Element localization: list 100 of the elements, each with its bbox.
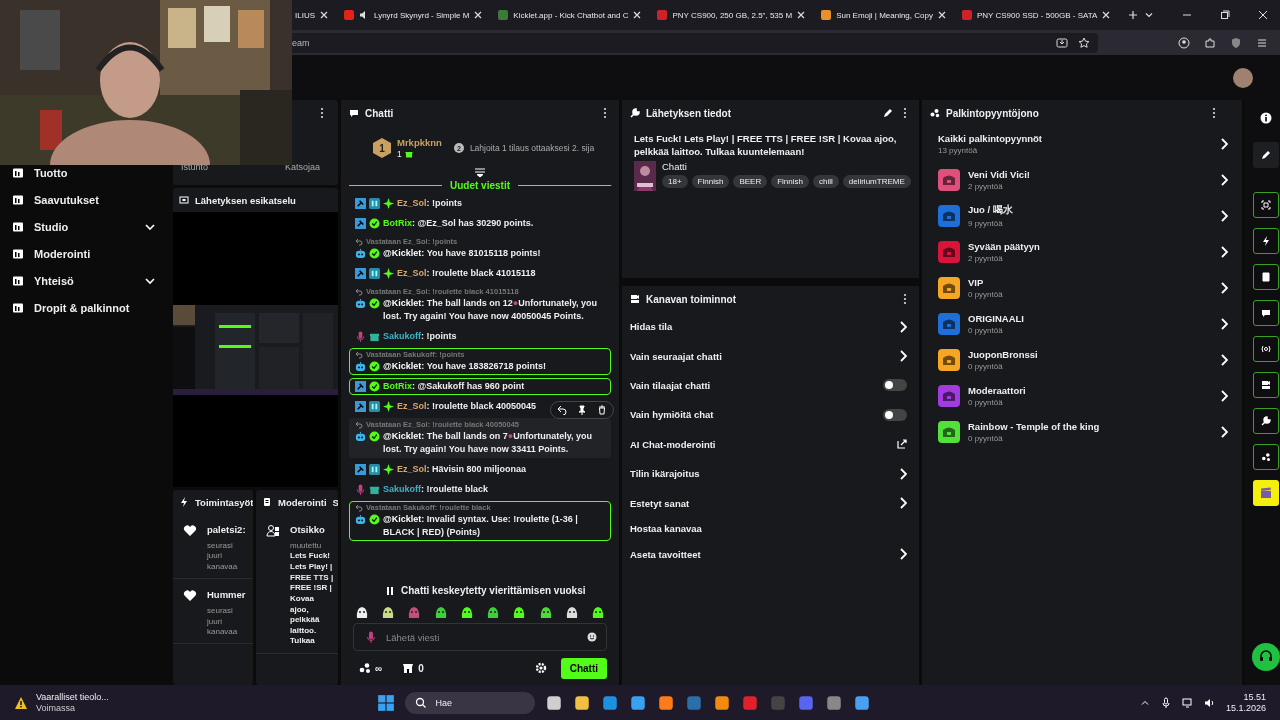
plus-icon[interactable]	[1128, 10, 1139, 20]
category-name[interactable]: Chatti	[662, 161, 909, 172]
app-icon[interactable]	[853, 693, 872, 712]
tag[interactable]: chill	[812, 175, 839, 188]
menu-icon[interactable]	[1256, 36, 1268, 49]
trash-icon[interactable]	[597, 405, 607, 415]
tag[interactable]: Finnish	[771, 175, 809, 188]
chevron-right-icon[interactable]	[899, 320, 907, 333]
setting-label[interactable]: Hidas tila	[630, 321, 673, 333]
panel-toggle-button[interactable]	[1252, 300, 1279, 326]
browser-tab[interactable]: Sun Emoji | Meaning, Copy	[815, 3, 952, 27]
store-count[interactable]: 0	[418, 662, 424, 674]
setting-label[interactable]: Aseta tavoitteet	[630, 548, 701, 560]
nav-item[interactable]: Moderointi	[12, 245, 160, 263]
search-field[interactable]: Hae	[405, 691, 536, 714]
toggle-switch[interactable]	[883, 379, 907, 392]
nav-item[interactable]: Tuotto	[12, 164, 160, 182]
emote-icon[interactable]	[590, 605, 605, 619]
app-icon[interactable]	[601, 693, 620, 712]
setting-label[interactable]: Tilin ikärajoitus	[630, 468, 700, 480]
close-icon[interactable]	[320, 11, 328, 19]
account-icon[interactable]	[1178, 36, 1190, 49]
pencil-icon[interactable]	[883, 108, 893, 118]
reply-icon[interactable]	[557, 405, 567, 415]
emote-icon[interactable]	[538, 605, 553, 619]
close-icon[interactable]	[797, 11, 806, 19]
app-icon[interactable]	[573, 693, 592, 712]
nav-item[interactable]: Studio	[12, 218, 160, 236]
close-icon[interactable]	[633, 11, 642, 19]
setting-label[interactable]: Vain tilaajat chatti	[630, 379, 711, 391]
close-icon[interactable]	[474, 11, 483, 19]
panel-toggle-button[interactable]	[1252, 228, 1279, 254]
emote-icon[interactable]	[459, 605, 474, 619]
tag[interactable]: Finnish	[691, 175, 730, 188]
emoji-icon[interactable]	[587, 632, 597, 642]
reward-list-item[interactable]: ORIGINAALI 0 pyyntöä	[922, 306, 1228, 342]
reward-list-item[interactable]: Kaikki palkintopyynnöt 13 pyyntöä	[922, 126, 1228, 162]
emote-icon[interactable]	[564, 605, 579, 619]
reward-list-item[interactable]: Rainbow - Temple of the king 0 pyyntöä	[922, 414, 1228, 450]
panel-toggle-button[interactable]	[1252, 408, 1279, 434]
setting-label[interactable]: Estetyt sanat	[630, 497, 690, 509]
external-link-icon[interactable]	[897, 439, 907, 450]
reward-list-item[interactable]: Veni Vidi Vici! 2 pyyntöä	[922, 162, 1228, 198]
clapperboard-button[interactable]	[1252, 480, 1279, 506]
close-icon[interactable]	[937, 11, 946, 19]
chevron-right-icon[interactable]	[899, 497, 907, 510]
star-icon[interactable]	[1078, 36, 1090, 49]
browser-tab[interactable]: PNY CS900, 250 GB, 2.5", 535 M	[651, 3, 812, 27]
tag[interactable]: BEER	[733, 175, 768, 188]
panel-toggle-button[interactable]	[1252, 264, 1279, 290]
message-input[interactable]: Lähetä viesti	[353, 623, 607, 651]
toggle-switch[interactable]	[883, 408, 907, 421]
puzzle-icon[interactable]	[1204, 36, 1216, 49]
send-button[interactable]: Chatti	[560, 657, 607, 679]
settings-icon[interactable]	[534, 662, 547, 674]
app-icon[interactable]	[657, 693, 676, 712]
clock-date[interactable]: 15.1.2026	[1225, 703, 1266, 713]
edit-button[interactable]	[1252, 142, 1279, 168]
setting-label[interactable]: Hostaa kanavaa	[630, 523, 702, 535]
avatar[interactable]	[1233, 67, 1253, 88]
browser-tab[interactable]: Lynyrd Skynyrd - Simple M	[338, 3, 489, 27]
alert-title[interactable]: Vaaralliset tieolo...	[36, 692, 109, 702]
pin-icon[interactable]	[577, 405, 587, 415]
setting-label[interactable]: Vain seuraajat chatti	[630, 350, 722, 362]
nav-item[interactable]: Saavutukset	[12, 191, 160, 209]
chevron-right-icon[interactable]	[899, 467, 907, 480]
close-icon[interactable]	[1102, 11, 1111, 19]
browser-tab[interactable]: ILIUS	[295, 3, 334, 27]
app-icon[interactable]	[825, 693, 844, 712]
reward-list-item[interactable]: VIP 0 pyyntöä	[922, 270, 1228, 306]
card-title[interactable]: S	[332, 496, 338, 508]
collapse-icon[interactable]	[474, 168, 486, 178]
reward-list-item[interactable]: Syvään päätyyn 2 pyyntöä	[922, 234, 1228, 270]
paused-banner[interactable]: Chatti keskeytetty vierittämisen vuoksi	[381, 582, 611, 599]
tag[interactable]: deliriumTREME	[842, 175, 911, 188]
windows-icon[interactable]	[377, 693, 396, 712]
emote-icon[interactable]	[381, 605, 396, 619]
shield-icon[interactable]	[1230, 36, 1242, 49]
close-icon[interactable]	[1258, 10, 1268, 20]
reward-list-item[interactable]: Moderaattori 0 pyyntöä	[922, 378, 1228, 414]
nav-item[interactable]: Yhteisö	[12, 272, 160, 290]
emote-icon[interactable]	[433, 605, 448, 619]
browser-tab[interactable]: Kicklet.app - Kick Chatbot and C	[492, 3, 648, 27]
chevron-right-icon[interactable]	[899, 350, 907, 363]
emote-icon[interactable]	[355, 605, 369, 619]
tag[interactable]: 18+	[662, 175, 688, 188]
panel-toggle-button[interactable]	[1252, 372, 1279, 398]
panel-toggle-button[interactable]	[1252, 192, 1279, 218]
restore-icon[interactable]	[1220, 10, 1230, 20]
clock-time[interactable]: 15.51	[1243, 692, 1266, 702]
app-icon[interactable]	[713, 693, 732, 712]
address-field[interactable]: eam	[290, 32, 1098, 53]
points-balance[interactable]: ∞	[375, 662, 383, 674]
app-icon[interactable]	[545, 693, 564, 712]
support-button[interactable]	[1251, 643, 1280, 671]
microphone-icon[interactable]	[1159, 696, 1172, 709]
panel-toggle-button[interactable]	[1252, 444, 1279, 470]
emote-icon[interactable]	[486, 605, 501, 619]
app-icon[interactable]	[629, 693, 648, 712]
chevron-down-icon[interactable]	[1144, 10, 1154, 20]
